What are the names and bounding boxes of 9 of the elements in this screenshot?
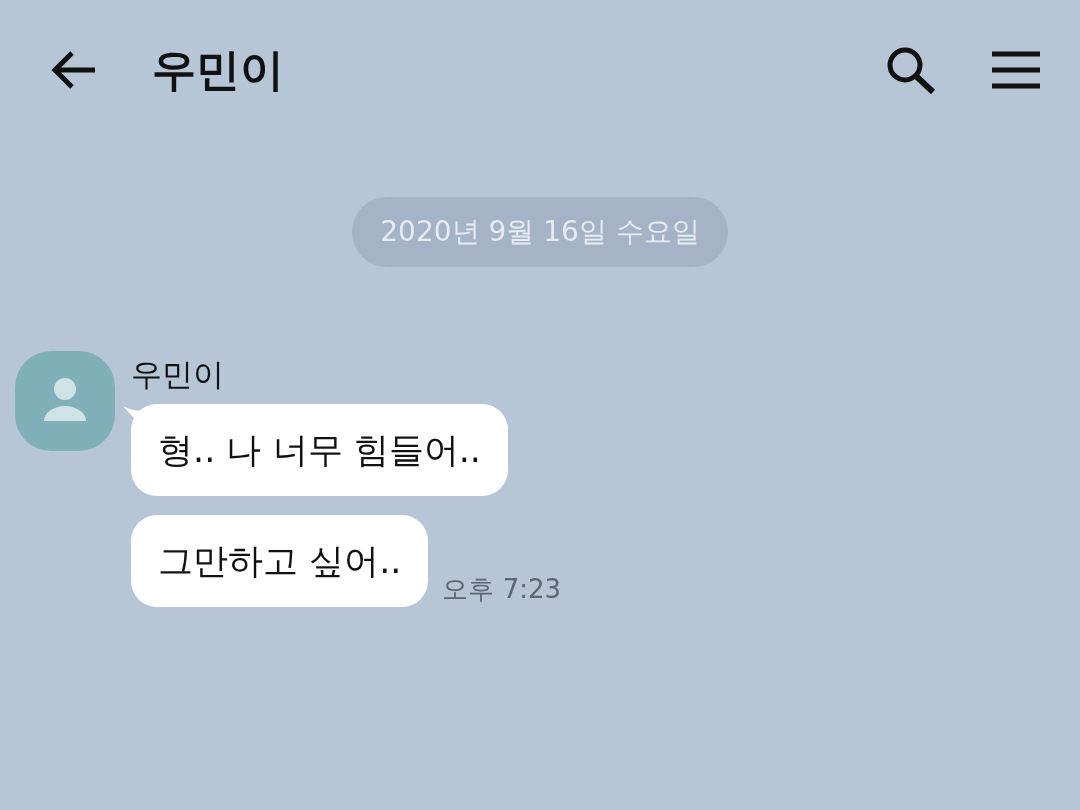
search-icon[interactable] <box>886 46 936 94</box>
chat-title: 우민이 <box>152 43 284 97</box>
message-bubble: 그만하고 싶어.. <box>131 515 429 607</box>
date-divider: 2020년 9월 16일 수요일 <box>352 197 728 267</box>
sender-name: 우민이 <box>131 359 225 390</box>
message-bubble: 형.. 나 너무 힘들어.. <box>131 404 508 496</box>
message-time: 오후 7:23 <box>442 573 562 606</box>
back-arrow-icon[interactable] <box>50 50 98 90</box>
menu-icon[interactable] <box>992 51 1040 89</box>
